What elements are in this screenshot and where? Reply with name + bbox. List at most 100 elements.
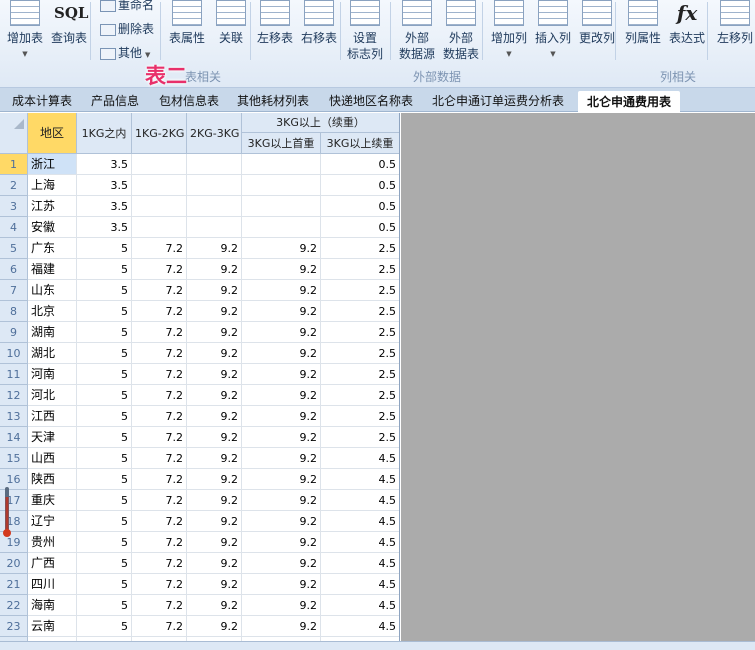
grid-cell[interactable]: 2.5 <box>321 385 399 406</box>
grid-cell[interactable]: 0.5 <box>321 154 399 175</box>
tab-2[interactable]: 产品信息 <box>91 92 139 109</box>
grid-cell[interactable]: 5 <box>77 238 132 259</box>
grid-cell[interactable]: 江西 <box>28 406 77 427</box>
grid-cell[interactable] <box>242 175 321 196</box>
grid-cell[interactable]: 7.2 <box>132 280 187 301</box>
grid-cell[interactable]: 9.2 <box>187 385 242 406</box>
grid-cell[interactable]: 5 <box>77 469 132 490</box>
row-header[interactable]: 15 <box>0 448 28 469</box>
grid-cell[interactable]: 5 <box>77 280 132 301</box>
grid-cell[interactable]: 湖北 <box>28 343 77 364</box>
grid-cell[interactable] <box>132 217 187 238</box>
column-insert-button[interactable]: 插入列 ▼ <box>532 0 574 62</box>
grid-cell[interactable]: 四川 <box>28 574 77 595</box>
row-header[interactable]: 7 <box>0 280 28 301</box>
grid-cell[interactable] <box>187 217 242 238</box>
grid-cell[interactable]: 2.5 <box>321 301 399 322</box>
tab-1[interactable]: 成本计算表 <box>12 92 72 109</box>
grid-cell[interactable]: 9.2 <box>242 553 321 574</box>
tab-5[interactable]: 快递地区名称表 <box>329 92 413 109</box>
tab-3[interactable]: 包材信息表 <box>159 92 219 109</box>
grid-cell[interactable] <box>132 154 187 175</box>
grid-cell[interactable]: 9.2 <box>242 532 321 553</box>
grid-cell[interactable]: 7.2 <box>132 595 187 616</box>
tab-6[interactable]: 北仑申通订单运费分析表 <box>432 92 564 109</box>
grid-cell[interactable]: 9.2 <box>187 406 242 427</box>
grid-cell[interactable]: 5 <box>77 553 132 574</box>
grid-cell[interactable]: 5 <box>77 616 132 637</box>
grid-cell[interactable]: 广西 <box>28 553 77 574</box>
table-properties-button[interactable]: 表属性 <box>166 0 208 46</box>
grid-cell[interactable]: 5 <box>77 595 132 616</box>
grid-cell[interactable]: 5 <box>77 532 132 553</box>
grid-cell[interactable]: 9.2 <box>242 427 321 448</box>
grid-cell[interactable]: 2.5 <box>321 259 399 280</box>
select-all-corner[interactable] <box>0 113 28 154</box>
grid-cell[interactable]: 山西 <box>28 448 77 469</box>
grid-cell[interactable]: 9.2 <box>242 616 321 637</box>
grid-cell[interactable]: 上海 <box>28 175 77 196</box>
grid-cell[interactable]: 7.2 <box>132 322 187 343</box>
grid-cell[interactable]: 天津 <box>28 427 77 448</box>
move-right-button[interactable]: 右移表 <box>298 0 340 46</box>
grid-cell[interactable]: 5 <box>77 406 132 427</box>
grid-cell[interactable]: 9.2 <box>242 259 321 280</box>
grid-cell[interactable]: 7.2 <box>132 553 187 574</box>
delete-table-button[interactable]: 删除表 <box>100 20 154 37</box>
grid-cell[interactable]: 贵州 <box>28 532 77 553</box>
grid-cell[interactable]: 7.2 <box>132 364 187 385</box>
grid-cell[interactable]: 7.2 <box>132 469 187 490</box>
grid-cell[interactable]: 河南 <box>28 364 77 385</box>
row-header[interactable]: 1 <box>0 154 28 175</box>
grid-cell[interactable]: 7.2 <box>132 406 187 427</box>
grid-cell[interactable]: 河北 <box>28 385 77 406</box>
grid-cell[interactable]: 5 <box>77 322 132 343</box>
grid-cell[interactable]: 2.5 <box>321 343 399 364</box>
grid-cell[interactable]: 浙江 <box>28 154 77 175</box>
grid-cell[interactable]: 7.2 <box>132 511 187 532</box>
grid-cell[interactable]: 9.2 <box>187 364 242 385</box>
column-header-3kg-extra[interactable]: 3KG以上续重 <box>321 133 399 154</box>
grid-cell[interactable]: 0.5 <box>321 217 399 238</box>
grid-cell[interactable]: 9.2 <box>187 280 242 301</box>
row-header[interactable]: 14 <box>0 427 28 448</box>
grid-cell[interactable]: 4.5 <box>321 553 399 574</box>
fx-button[interactable]: fx 表达式 <box>666 0 708 46</box>
column-move-left-button[interactable]: 左移列 <box>714 0 755 46</box>
external-table-button[interactable]: 外部 数据表 <box>440 0 482 62</box>
grid-cell[interactable]: 辽宁 <box>28 511 77 532</box>
row-header[interactable]: 13 <box>0 406 28 427</box>
row-header[interactable]: 9 <box>0 322 28 343</box>
grid-cell[interactable]: 陕西 <box>28 469 77 490</box>
grid-cell[interactable]: 9.2 <box>242 280 321 301</box>
grid-cell[interactable]: 4.5 <box>321 616 399 637</box>
relation-button[interactable]: 关联 <box>210 0 252 46</box>
row-header[interactable]: 21 <box>0 574 28 595</box>
grid-cell[interactable]: 5 <box>77 511 132 532</box>
grid-cell[interactable]: 7.2 <box>132 259 187 280</box>
grid-cell[interactable]: 9.2 <box>242 343 321 364</box>
grid-cell[interactable] <box>187 196 242 217</box>
row-header[interactable]: 8 <box>0 301 28 322</box>
grid-cell[interactable] <box>187 154 242 175</box>
row-header[interactable]: 12 <box>0 385 28 406</box>
grid-cell[interactable]: 安徽 <box>28 217 77 238</box>
grid-cell[interactable]: 9.2 <box>242 406 321 427</box>
grid-cell[interactable]: 7.2 <box>132 238 187 259</box>
grid-cell[interactable]: 海南 <box>28 595 77 616</box>
column-header-3kg-first[interactable]: 3KG以上首重 <box>242 133 321 154</box>
grid-cell[interactable]: 5 <box>77 259 132 280</box>
grid-cell[interactable]: 4.5 <box>321 574 399 595</box>
grid-cell[interactable]: 湖南 <box>28 322 77 343</box>
row-header[interactable]: 23 <box>0 616 28 637</box>
tab-4[interactable]: 其他耗材列表 <box>237 92 309 109</box>
grid-cell[interactable] <box>242 196 321 217</box>
grid-cell[interactable]: 7.2 <box>132 532 187 553</box>
other-button[interactable]: 其他 ▼ <box>100 44 150 61</box>
grid-cell[interactable]: 9.2 <box>187 553 242 574</box>
grid-cell[interactable]: 7.2 <box>132 301 187 322</box>
row-header[interactable]: 20 <box>0 553 28 574</box>
grid-cell[interactable]: 9.2 <box>187 238 242 259</box>
grid-cell[interactable]: 9.2 <box>187 511 242 532</box>
row-header[interactable]: 5 <box>0 238 28 259</box>
